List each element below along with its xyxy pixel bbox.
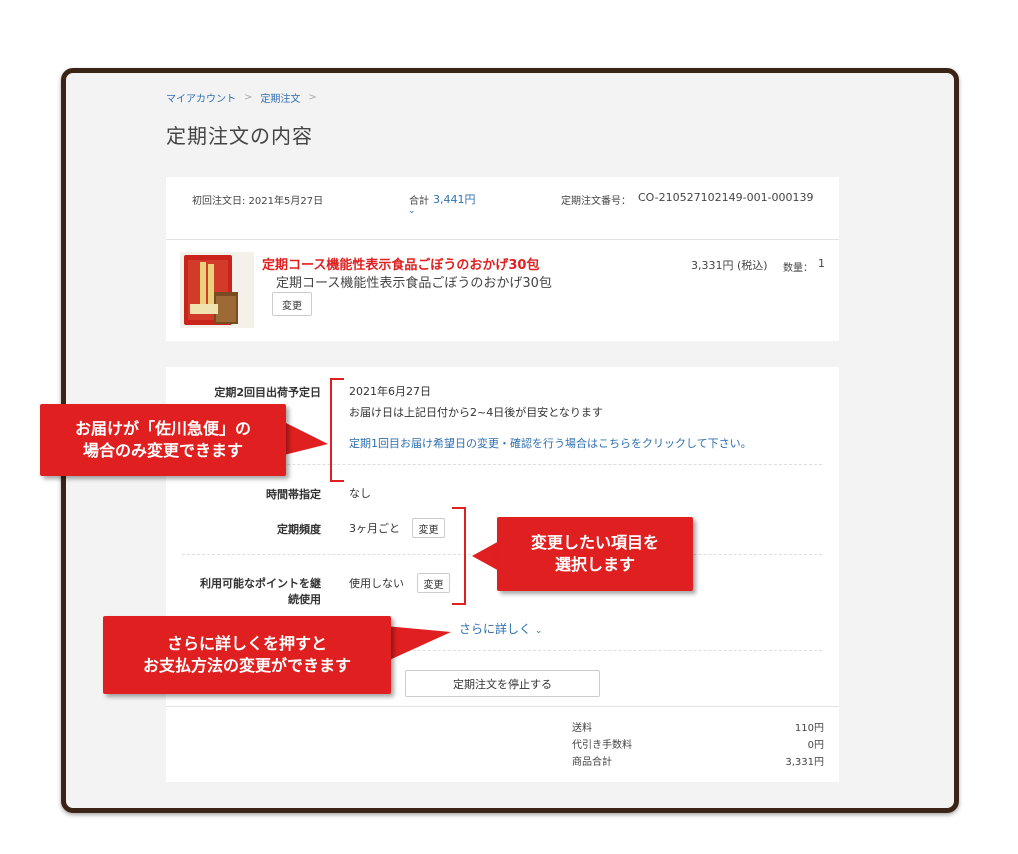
select-item-callout-line2: 選択します (554, 555, 635, 574)
more-details-callout: さらに詳しくを押すと お支払方法の変更ができます (103, 616, 391, 694)
sagawa-callout: お届けが「佐川急便」の 場合のみ変更できます (40, 404, 286, 476)
summary-divider (166, 239, 839, 240)
time-slot-value: なし (349, 487, 371, 500)
breadcrumb-separator: > (308, 92, 317, 103)
quantity-value: 1 (818, 257, 825, 270)
change-items-bracket (452, 507, 466, 605)
ship-date-label: 定期2回目出荷予定日 (214, 386, 321, 399)
breadcrumb: マイアカウント > 定期注文 > (166, 90, 317, 105)
select-item-callout: 変更したい項目を 選択します (497, 517, 693, 591)
product-price: 3,331円 (税込) (691, 259, 768, 272)
subtotal-value: 3,331円 (785, 757, 824, 768)
shipping-fee-label: 送料 (572, 723, 592, 734)
product-title-highlight: 定期コース機能性表示食品ごぼうのおかげ30包 (262, 258, 540, 273)
chevron-down-icon: ⌄ (534, 626, 543, 636)
totals-divider (166, 706, 839, 707)
more-details-link[interactable]: さらに詳しく ⌄ (459, 620, 542, 637)
order-summary-card: 初回注文日: 2021年5月27日 合計 3,441円 ⌄ 定期注文番号： CO… (166, 177, 839, 341)
quantity-label: 数量： (783, 263, 813, 274)
select-item-callout-line1: 変更したい項目を (530, 533, 659, 552)
breadcrumb-my-account[interactable]: マイアカウント (166, 90, 236, 105)
product-title: 定期コース機能性表示食品ごぼうのおかげ30包 (276, 276, 552, 291)
cod-fee-label: 代引き手数料 (572, 740, 632, 751)
ship-date-note: お届け日は上記日付から2~4日後が目安となります (349, 406, 603, 419)
callout-pointer (385, 626, 451, 662)
cod-fee-value: 0円 (807, 740, 824, 751)
product-image (180, 252, 254, 328)
total-label: 合計 (409, 196, 429, 207)
frequency-value: 3ヶ月ごと (349, 522, 400, 535)
callout-pointer (280, 420, 328, 456)
more-details-callout-line2: お支払方法の変更ができます (142, 656, 351, 675)
sagawa-callout-line1: お届けが「佐川急便」の (74, 419, 251, 438)
product-change-button[interactable]: 変更 (272, 292, 312, 316)
page-title: 定期注文の内容 (166, 124, 313, 148)
ship-date-bracket (330, 378, 344, 482)
points-label: 利用可能なポイントを継 続使用 (166, 576, 321, 608)
shipping-fee-value: 110円 (794, 723, 824, 734)
more-details-callout-line1: さらに詳しくを押すと (166, 634, 327, 653)
frequency-label: 定期頻度 (277, 523, 321, 536)
more-details-label: さらに詳しく (459, 622, 532, 636)
ship-date-value: 2021年6月27日 (349, 385, 431, 398)
points-label-line1: 利用可能なポイントを継 (200, 577, 321, 590)
subtotal-label: 商品合計 (572, 757, 612, 768)
points-change-button[interactable]: 変更 (417, 573, 450, 593)
points-label-line2: 続使用 (288, 593, 321, 606)
stop-subscription-button[interactable]: 定期注文を停止する (405, 670, 600, 697)
sagawa-callout-line2: 場合のみ変更できます (82, 441, 243, 460)
breadcrumb-separator: > (244, 92, 253, 103)
chevron-down-icon[interactable]: ⌄ (408, 206, 416, 216)
frequency-change-button[interactable]: 変更 (412, 518, 445, 538)
order-number-label: 定期注文番号： (561, 196, 631, 207)
breadcrumb-subscription[interactable]: 定期注文 (260, 90, 300, 105)
total-value[interactable]: 3,441円 (433, 191, 476, 207)
time-slot-label: 時間帯指定 (266, 488, 321, 501)
points-value: 使用しない (349, 577, 404, 590)
order-number-value: CO-210527102149-001-000139 (638, 191, 814, 204)
first-order-date: 初回注文日: 2021年5月27日 (192, 196, 324, 207)
delivery-date-change-link[interactable]: 定期1回目お届け希望日の変更・確認を行う場合はこちらをクリックして下さい。 (349, 435, 752, 451)
